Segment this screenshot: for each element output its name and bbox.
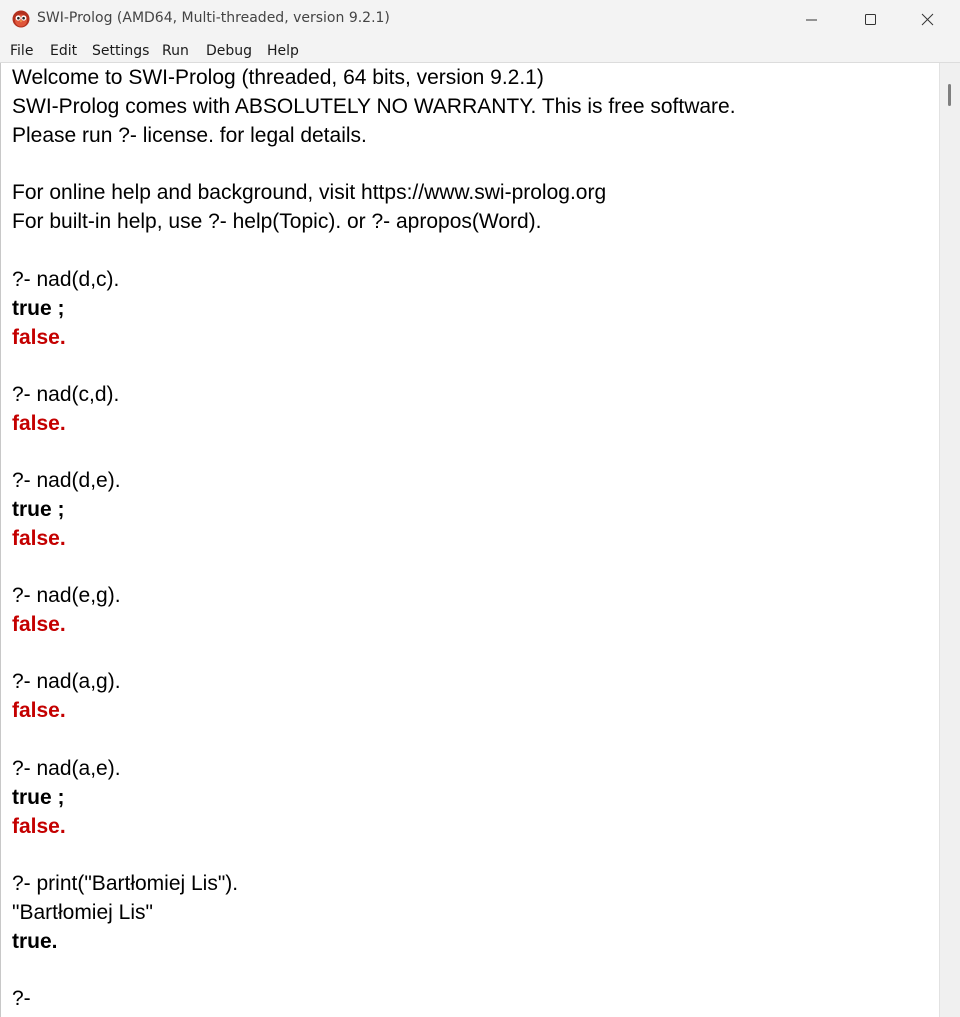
maximize-icon: [865, 14, 876, 25]
print-output: "Bartłomiej Lis": [12, 901, 153, 924]
input-prompt[interactable]: ?-: [12, 985, 31, 1013]
result-false: false.: [12, 527, 66, 550]
menu-file[interactable]: File: [10, 43, 33, 59]
minimize-icon: [806, 19, 817, 21]
title-bar[interactable]: SWI-Prolog (AMD64, Multi-threaded, versi…: [0, 0, 960, 39]
menu-edit[interactable]: Edit: [50, 43, 77, 59]
result-true: true ;: [12, 297, 65, 320]
banner-line: SWI-Prolog comes with ABSOLUTELY NO WARR…: [12, 95, 736, 118]
result-false: false.: [12, 412, 66, 435]
result-false: false.: [12, 613, 66, 636]
close-button[interactable]: [899, 0, 960, 39]
query-line: ?- nad(d,e).: [12, 469, 121, 492]
menu-help[interactable]: Help: [267, 43, 299, 59]
query-line: ?- nad(e,g).: [12, 584, 121, 607]
minimize-button[interactable]: [783, 0, 841, 39]
menu-debug[interactable]: Debug: [206, 43, 252, 59]
result-true: true ;: [12, 498, 65, 521]
console-output[interactable]: Welcome to SWI-Prolog (threaded, 64 bits…: [0, 63, 939, 1017]
query-line: ?- nad(a,g).: [12, 670, 121, 693]
menu-run[interactable]: Run: [162, 43, 189, 59]
menu-settings[interactable]: Settings: [92, 43, 149, 59]
result-true: true ;: [12, 786, 65, 809]
query-line: ?- nad(c,d).: [12, 383, 120, 406]
result-false: false.: [12, 815, 66, 838]
menu-bar: File Edit Settings Run Debug Help: [0, 39, 960, 63]
scrollbar-thumb[interactable]: [948, 84, 951, 106]
query-line: ?- nad(d,c).: [12, 268, 120, 291]
banner-line: Welcome to SWI-Prolog (threaded, 64 bits…: [12, 66, 544, 89]
query-line: ?- print("Bartłomiej Lis").: [12, 872, 239, 895]
banner-line: For online help and background, visit ht…: [12, 181, 607, 204]
maximize-button[interactable]: [841, 0, 899, 39]
window-title: SWI-Prolog (AMD64, Multi-threaded, versi…: [37, 10, 390, 26]
banner-line: Please run ?- license. for legal details…: [12, 124, 367, 147]
close-icon: [921, 13, 934, 26]
result-false: false.: [12, 326, 66, 349]
swi-prolog-window: SWI-Prolog (AMD64, Multi-threaded, versi…: [0, 0, 960, 1017]
vertical-scrollbar[interactable]: [939, 63, 960, 1017]
swi-prolog-owl-icon: [12, 10, 30, 28]
result-false: false.: [12, 699, 66, 722]
result-true: true.: [12, 930, 58, 953]
banner-line: For built-in help, use ?- help(Topic). o…: [12, 210, 542, 233]
query-line: ?- nad(a,e).: [12, 757, 121, 780]
